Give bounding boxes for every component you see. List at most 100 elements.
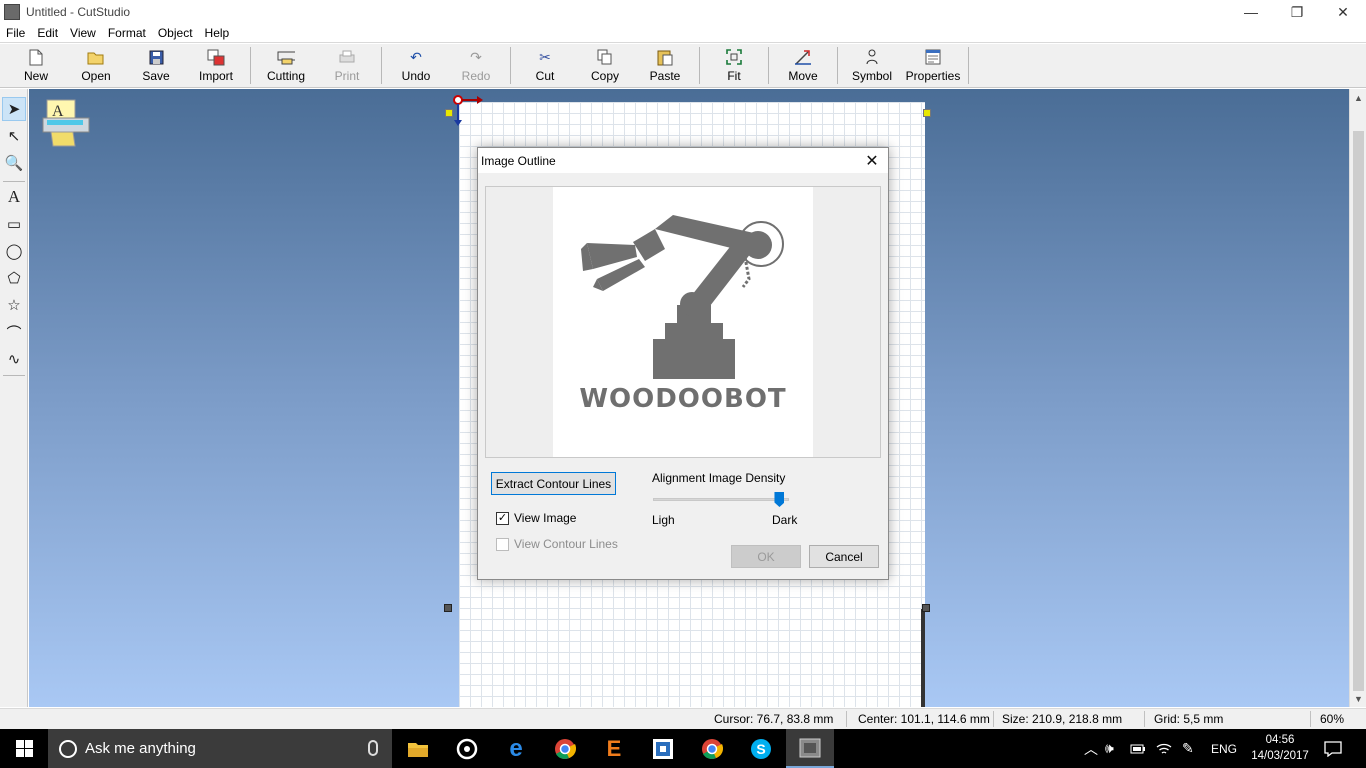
cut-label: Cut xyxy=(535,69,555,83)
move-label: Move xyxy=(788,69,818,83)
toolbar-separator xyxy=(699,47,700,84)
vertical-scrollbar[interactable]: ▲ ▼ xyxy=(1349,89,1366,707)
printer-icon xyxy=(338,48,356,66)
undo-label: Undo xyxy=(401,69,431,83)
scroll-down-arrow-icon[interactable]: ▼ xyxy=(1350,690,1366,707)
menu-format[interactable]: Format xyxy=(102,26,152,40)
wifi-icon[interactable] xyxy=(1156,729,1172,768)
fit-button[interactable]: Fit xyxy=(704,44,764,87)
volume-icon[interactable]: 🕪 xyxy=(1105,729,1114,768)
menu-bar: File Edit View Format Object Help xyxy=(0,24,1366,43)
grid-size: Grid: 5,5 mm xyxy=(1154,712,1224,726)
menu-view[interactable]: View xyxy=(64,26,102,40)
polyline-tool-icon[interactable]: ⌒ xyxy=(2,320,26,344)
toolbar-separator xyxy=(381,47,382,84)
center-position: Center: 101.1, 114.6 mm xyxy=(858,712,990,726)
groove-music-icon[interactable] xyxy=(443,729,491,768)
redo-button[interactable]: ↷ Redo xyxy=(446,44,506,87)
properties-button[interactable]: Properties xyxy=(902,44,964,87)
cutter-icon xyxy=(277,48,295,66)
selection-handle[interactable] xyxy=(922,604,930,612)
save-label: Save xyxy=(142,69,170,83)
save-button[interactable]: Save xyxy=(126,44,186,87)
close-window-button[interactable]: ✕ xyxy=(1320,0,1366,24)
cut-button[interactable]: ✂ Cut xyxy=(515,44,575,87)
chrome-icon[interactable] xyxy=(541,729,589,768)
system-clock[interactable]: 04:56 14/03/2017 xyxy=(1244,732,1316,764)
density-slider-track[interactable] xyxy=(653,498,789,501)
paste-button[interactable]: Paste xyxy=(635,44,695,87)
show-hidden-icons-icon[interactable]: ︿ xyxy=(1084,729,1098,768)
restore-button[interactable]: ❐ xyxy=(1274,0,1320,24)
battery-icon[interactable] xyxy=(1130,729,1146,768)
microphone-icon[interactable] xyxy=(368,740,378,756)
text-tool-icon[interactable]: A xyxy=(2,185,26,209)
undo-button[interactable]: ↶ Undo xyxy=(386,44,446,87)
toolbar-separator xyxy=(768,47,769,84)
move-button[interactable]: Move xyxy=(773,44,833,87)
open-button[interactable]: Open xyxy=(66,44,126,87)
extract-contour-lines-button[interactable]: Extract Contour Lines xyxy=(491,472,616,495)
polygon-tool-icon[interactable]: ⬠ xyxy=(2,266,26,290)
view-contour-lines-label: View Contour Lines xyxy=(514,537,618,551)
node-edit-tool-icon[interactable]: ↖ xyxy=(2,124,26,148)
menu-help[interactable]: Help xyxy=(199,26,236,40)
editor-app-icon[interactable]: E xyxy=(590,729,638,768)
properties-label: Properties xyxy=(905,69,961,83)
toolbar-separator xyxy=(837,47,838,84)
pen-ink-icon[interactable]: ✎ xyxy=(1182,729,1194,768)
edge-browser-icon[interactable]: e xyxy=(492,729,540,768)
import-button[interactable]: Import xyxy=(186,44,246,87)
palette-separator xyxy=(3,375,25,376)
empty-checkbox-icon xyxy=(496,537,509,551)
main-toolbar: New Open Save Import Cutting Print ↶ Und… xyxy=(0,44,1366,88)
start-button[interactable] xyxy=(0,729,48,768)
zoom-tool-icon[interactable]: 🔍 xyxy=(2,151,26,175)
file-explorer-icon[interactable] xyxy=(394,729,442,768)
origin-handle[interactable] xyxy=(923,109,931,117)
language-indicator[interactable]: ENG xyxy=(1211,729,1237,768)
arduino-app-icon[interactable] xyxy=(639,729,687,768)
copy-button[interactable]: Copy xyxy=(575,44,635,87)
scroll-up-arrow-icon[interactable]: ▲ xyxy=(1350,89,1366,106)
cutstudio-app-icon xyxy=(4,4,20,20)
menu-file[interactable]: File xyxy=(0,26,31,40)
ellipse-tool-icon[interactable]: ◯ xyxy=(2,239,26,263)
curve-tool-icon[interactable]: ∿ xyxy=(2,347,26,371)
paste-clipboard-icon xyxy=(656,48,674,66)
density-slider-thumb[interactable] xyxy=(774,492,785,507)
copy-icon xyxy=(596,48,614,66)
cortana-search-box[interactable]: Ask me anything xyxy=(48,729,392,768)
ok-button[interactable]: OK xyxy=(731,545,801,568)
star-tool-icon[interactable]: ☆ xyxy=(2,293,26,317)
toolbar-separator xyxy=(250,47,251,84)
cutstudio-taskbar-icon[interactable] xyxy=(786,729,834,768)
status-separator xyxy=(846,711,847,727)
scrollbar-thumb[interactable] xyxy=(1353,131,1364,691)
properties-icon xyxy=(924,48,942,66)
menu-edit[interactable]: Edit xyxy=(31,26,64,40)
cancel-button[interactable]: Cancel xyxy=(809,545,879,568)
view-image-checkbox[interactable]: ✓ View Image xyxy=(496,511,576,525)
dialog-close-icon[interactable]: ✕ xyxy=(862,151,882,171)
new-button[interactable]: New xyxy=(6,44,66,87)
print-button[interactable]: Print xyxy=(317,44,377,87)
minimize-button[interactable]: — xyxy=(1228,0,1274,24)
skype-icon[interactable]: S xyxy=(737,729,785,768)
select-tool-icon[interactable]: ➤ xyxy=(2,97,26,121)
chrome-icon-2[interactable] xyxy=(688,729,736,768)
paste-label: Paste xyxy=(649,69,681,83)
image-outline-dialog: Image Outline ✕ WOODOOBOT Extract Contou… xyxy=(477,147,889,580)
symbol-button[interactable]: Symbol xyxy=(842,44,902,87)
copy-label: Copy xyxy=(590,69,619,83)
selection-handle[interactable] xyxy=(444,604,452,612)
rectangle-tool-icon[interactable]: ▭ xyxy=(2,212,26,236)
redo-label: Redo xyxy=(461,69,491,83)
view-contour-lines-checkbox[interactable]: View Contour Lines xyxy=(496,537,618,551)
import-icon xyxy=(207,48,225,66)
cutting-button[interactable]: Cutting xyxy=(255,44,317,87)
search-placeholder: Ask me anything xyxy=(85,740,196,757)
redo-icon: ↷ xyxy=(470,48,482,65)
action-center-icon[interactable] xyxy=(1324,729,1342,768)
menu-object[interactable]: Object xyxy=(152,26,199,40)
